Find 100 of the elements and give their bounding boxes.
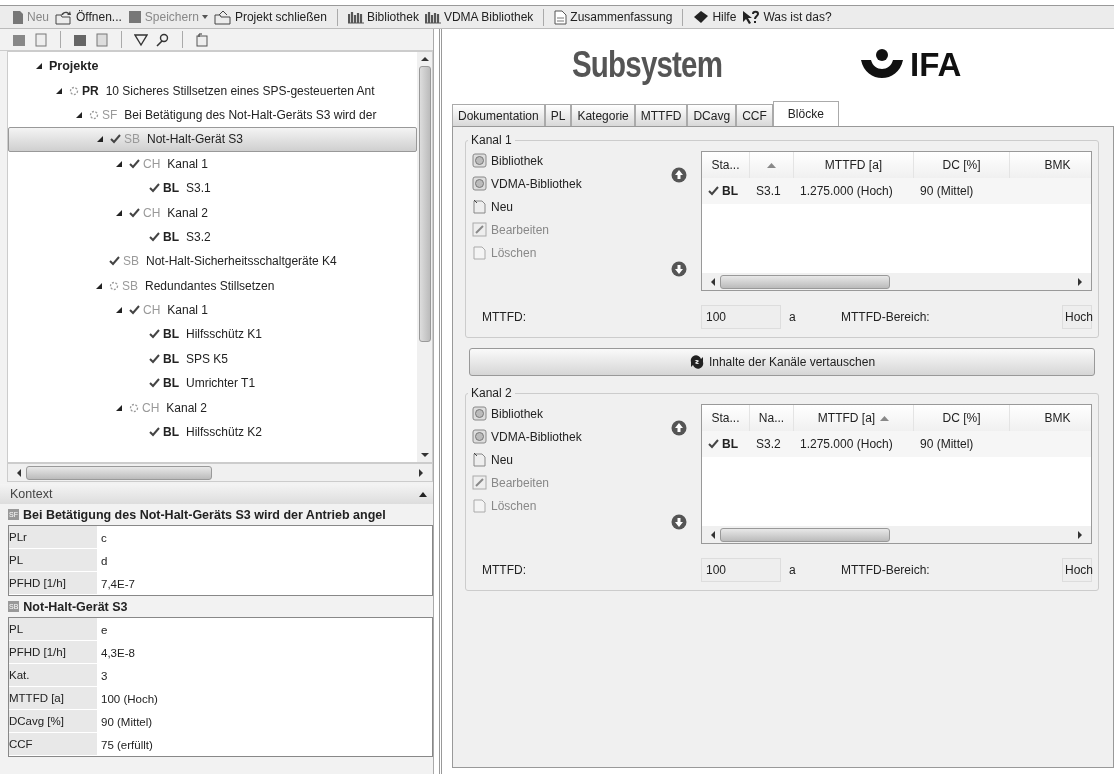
tree-item[interactable]: CH Kanal 2 [8, 200, 417, 225]
logo-text: IFA [910, 46, 962, 84]
action-link[interactable]: Neu [472, 199, 667, 214]
table-cell-text: 90 (Mittel) [919, 184, 975, 198]
expanded-triangle-icon[interactable] [115, 208, 123, 217]
tree-item[interactable]: CH Kanal 1 [8, 151, 417, 176]
table-cell-text: 1.275.000 (Hoch) [799, 437, 894, 451]
vertical-scrollbar[interactable] [417, 52, 432, 462]
tab[interactable]: MTTFD [634, 104, 688, 126]
scroll-down-icon[interactable] [420, 452, 429, 458]
scroll-left-icon[interactable] [710, 277, 716, 286]
scroll-left-icon[interactable] [710, 530, 716, 539]
field-label: MTTFD-Bereich: [841, 563, 931, 577]
expanded-triangle-icon[interactable] [115, 306, 123, 315]
property-label: PFHD [1/h] [9, 572, 97, 595]
column-header[interactable]: DC [%] [914, 152, 1010, 178]
toolbar-button[interactable]: Zusammenfassung [554, 9, 673, 25]
unit-label: a [788, 563, 797, 577]
toolbar-button[interactable]: Öffnen... [55, 9, 122, 25]
property-value: 90 (Mittel) [100, 714, 153, 730]
disc-icon [472, 176, 487, 191]
filter-icon[interactable] [134, 32, 148, 47]
collapse-arrow-icon[interactable] [419, 491, 427, 497]
toolbar-button[interactable]: Bibliothek [347, 10, 419, 24]
toolbar-button[interactable]: Projekt schließen [213, 9, 327, 25]
swap-arrows-icon [688, 355, 705, 369]
tree-item[interactable]: SF Bei Betätigung des Not-Halt-Geräts S3 wird der [8, 102, 417, 128]
scroll-right-icon[interactable] [418, 468, 424, 477]
range-field[interactable]: Hoch [1062, 305, 1092, 329]
tab[interactable]: DCavg [687, 104, 737, 126]
tree-item[interactable]: BL S3.1 [8, 175, 417, 201]
column-header[interactable]: MTTFD [a] [794, 405, 914, 431]
scroll-right-icon[interactable] [1077, 277, 1083, 286]
property-value: 3 [100, 668, 108, 684]
group-title: Kanal 1 [470, 133, 513, 147]
property-value: c [100, 530, 107, 546]
tree-item[interactable]: BL S3.2 [8, 224, 417, 250]
range-field[interactable]: Hoch [1062, 558, 1092, 582]
action-link[interactable]: VDMA-Bibliothek [472, 176, 667, 191]
property-value: 75 (erfüllt) [100, 737, 153, 753]
scroll-left-icon[interactable] [16, 468, 22, 477]
tab[interactable]: PL [544, 104, 572, 126]
tree-item[interactable]: SB Not-Halt-Gerät S3 [8, 127, 417, 152]
toolbar-button[interactable]: VDMA Bibliothek [424, 10, 534, 24]
expanded-triangle-icon[interactable] [35, 62, 43, 71]
move-down-icon[interactable] [671, 514, 687, 530]
property-label: PL [9, 618, 97, 641]
toolbar-button[interactable]: Hilfe [693, 10, 737, 24]
column-header[interactable]: MTTFD [a] [794, 152, 914, 178]
expanded-triangle-icon[interactable] [75, 110, 83, 119]
books-icon [347, 10, 364, 24]
tree-item[interactable]: SB Not-Halt-Sicherheitsschaltgeräte K4 [8, 249, 417, 274]
tab[interactable]: Kategorie [571, 104, 635, 126]
tree-item[interactable]: BL Hilfsschütz K2 [8, 419, 417, 445]
move-up-icon[interactable] [671, 167, 687, 183]
column-header[interactable]: DC [%] [914, 405, 1010, 431]
move-up-icon[interactable] [671, 420, 687, 436]
tree-item[interactable]: BL Hilfsschütz K1 [8, 322, 417, 347]
document-icon [554, 9, 568, 25]
section-title: Not-Halt-Gerät S3 [23, 599, 128, 614]
field-label: MTTFD: [481, 310, 527, 324]
property-label: DCavg [%] [9, 710, 97, 733]
action-link[interactable]: Neu [472, 452, 667, 467]
tab[interactable]: CCF [736, 104, 773, 126]
action-link[interactable]: Bibliothek [472, 153, 667, 168]
search-icon[interactable] [156, 32, 170, 47]
action-link[interactable]: Bibliothek [472, 406, 667, 421]
table-cell: BL [722, 437, 738, 451]
expanded-triangle-icon[interactable] [115, 159, 123, 168]
expanded-triangle-icon[interactable] [55, 86, 63, 95]
tree-item[interactable]: BL Umrichter T1 [8, 371, 417, 396]
books-icon [424, 10, 441, 24]
column-header[interactable]: Na... [750, 405, 794, 431]
expanded-triangle-icon[interactable] [115, 403, 123, 412]
scroll-right-icon[interactable] [1077, 530, 1083, 539]
swap-button[interactable]: Inhalte der Kanäle vertauschen [469, 348, 1095, 376]
horizontal-scrollbar[interactable] [7, 463, 433, 482]
toolbar-button[interactable]: Was ist das? [742, 9, 832, 25]
tree-item[interactable]: PR 10 Sicheres Stillsetzen eines SPS-gesteuerten Ant [8, 78, 417, 103]
group-title: Kanal 2 [470, 386, 513, 400]
horizontal-scrollbar[interactable] [702, 273, 1091, 290]
tree-item[interactable]: CH Kanal 2 [8, 395, 417, 420]
mttfd-field[interactable]: 100 [701, 558, 781, 582]
tab[interactable]: Dokumentation [452, 104, 545, 126]
tree-item[interactable]: Projekte [8, 54, 417, 79]
move-down-icon[interactable] [671, 261, 687, 277]
horizontal-scrollbar[interactable] [702, 526, 1091, 543]
tree-item[interactable]: SB Redundantes Stillsetzen [8, 273, 417, 298]
mttfd-field[interactable]: 100 [701, 305, 781, 329]
column-header[interactable]: Sta... [702, 405, 750, 431]
scroll-up-icon[interactable] [420, 56, 429, 62]
action-link[interactable]: VDMA-Bibliothek [472, 429, 667, 444]
tree-item[interactable]: BL SPS K5 [8, 346, 417, 372]
expanded-triangle-icon[interactable] [96, 135, 104, 144]
property-label: CCF [9, 733, 97, 756]
expanded-triangle-icon[interactable] [95, 281, 103, 290]
page-title: Subsystem [572, 44, 723, 86]
tree-item[interactable]: CH Kanal 1 [8, 297, 417, 323]
column-header[interactable]: Sta... [702, 152, 750, 178]
tab[interactable]: Blöcke [772, 101, 839, 126]
